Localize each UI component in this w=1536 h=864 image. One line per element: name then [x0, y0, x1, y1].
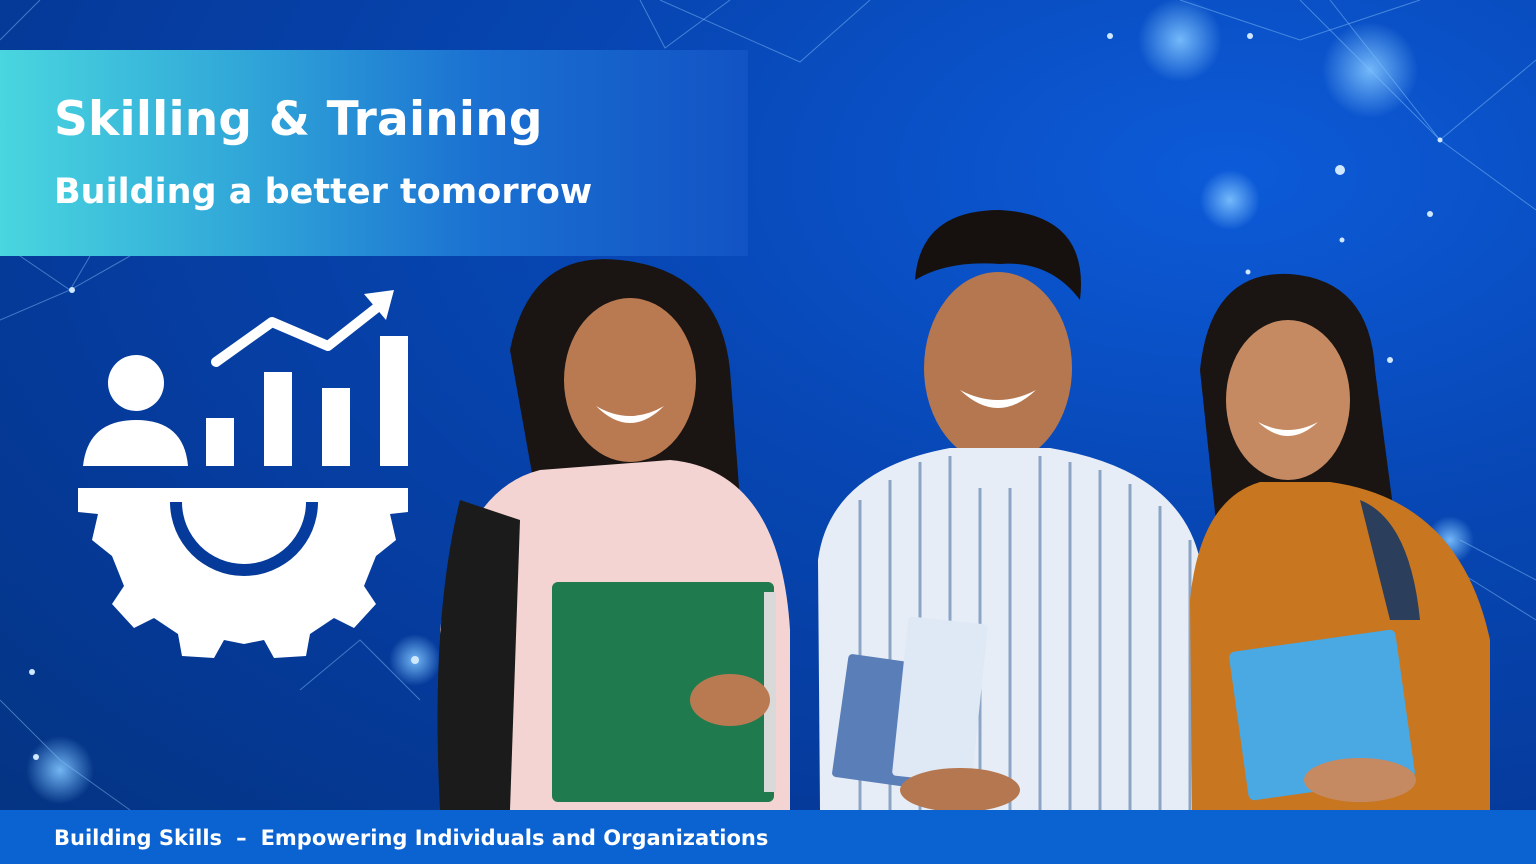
bar-3-shape	[322, 388, 350, 466]
skill-growth-gear-icon	[78, 290, 408, 658]
footer-tagline-right: Empowering Individuals and Organizations	[260, 826, 769, 850]
bar-2-shape	[264, 372, 292, 466]
footer-tagline-left: Building Skills	[54, 826, 223, 850]
students-illustration	[437, 210, 1490, 810]
gear-shape	[78, 488, 408, 658]
trend-line-shape	[211, 297, 389, 367]
footer-tagline-separator: –	[236, 826, 247, 850]
person-body-shape	[83, 420, 188, 466]
page-title: Skilling & Training	[54, 92, 543, 147]
person-head-shape	[108, 355, 164, 411]
student-left-figure	[437, 259, 790, 810]
footer-tagline: Building Skills – Empowering Individuals a…	[54, 824, 768, 852]
student-middle-figure	[818, 210, 1220, 810]
student-right-figure	[1190, 273, 1490, 810]
bar-1-shape	[206, 418, 234, 466]
